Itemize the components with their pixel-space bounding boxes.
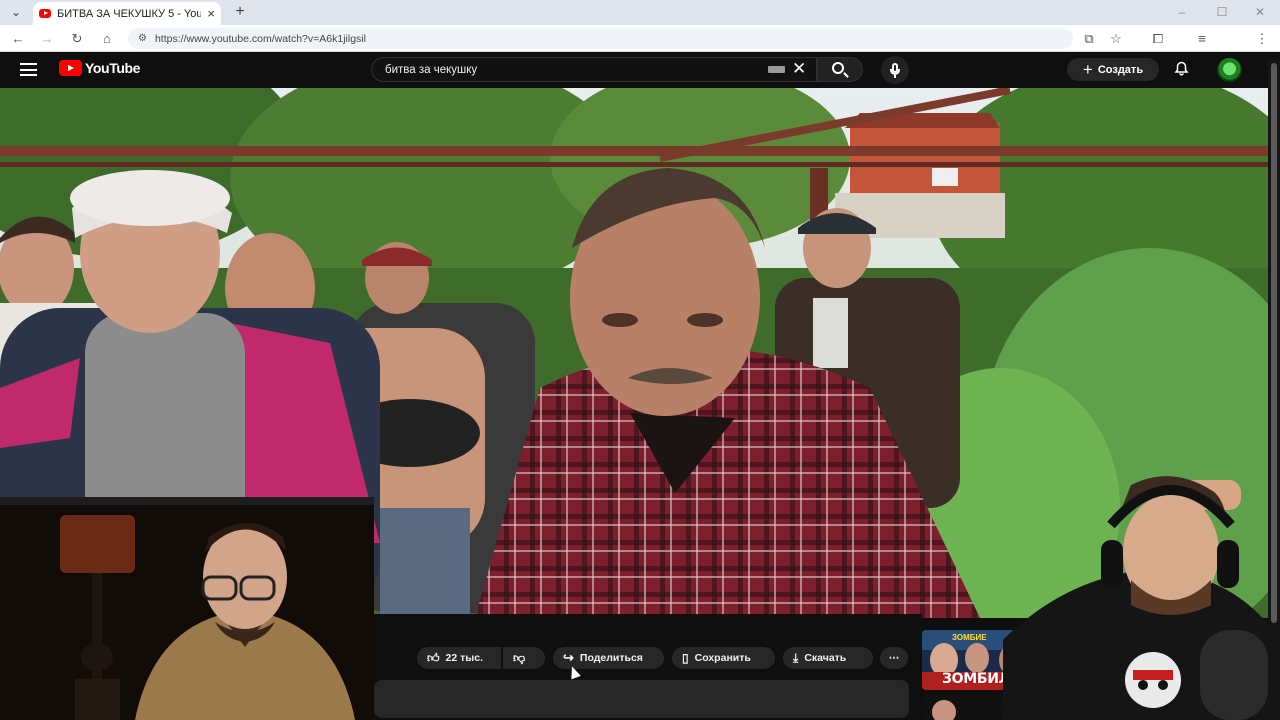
download-button[interactable]: ⤓ Скачать [783,647,873,669]
thumbnail-title-text: ЗОМБИЛ [942,671,1010,687]
dislike-button[interactable]: 👎︎ [503,647,545,669]
forward-icon[interactable]: → [36,25,58,52]
search-input[interactable]: битва за чекушку [371,57,817,82]
suggested-video-thumbnail-2[interactable] [922,696,1002,720]
url-text: https://www.youtube.com/watch?v=A6k1jilg… [154,32,366,45]
home-icon[interactable]: ⌂ [96,25,118,52]
new-tab-button[interactable]: + [229,0,251,24]
like-count: 22 тыс. [445,652,484,664]
bookmark-star-icon[interactable]: ☆ [1105,25,1127,52]
tab-title: БИТВА ЗА ЧЕКУШКУ 5 - YouTube [57,7,202,20]
notifications-bell-icon[interactable] [1174,61,1189,76]
minimize-icon[interactable]: – [1172,0,1192,24]
download-label: Скачать [804,652,847,664]
streamer-webcam-right [1003,470,1280,720]
browser-tab-active[interactable]: БИТВА ЗА ЧЕКУШКУ 5 - YouTube × [33,2,221,25]
share-button[interactable]: ↪ Поделиться [553,647,664,669]
extensions-icon[interactable]: ⧠ [1147,25,1169,52]
page-scrollbar[interactable] [1268,60,1280,720]
description-box[interactable] [374,680,909,718]
clear-search-icon[interactable]: ✕ [792,60,806,77]
more-actions-button[interactable]: ⋯ [880,647,908,669]
back-icon[interactable]: ← [7,25,29,52]
webcam-right-image [1003,476,1280,720]
save-label: Сохранить [694,652,751,664]
voice-search-button[interactable] [881,56,909,84]
save-button[interactable]: ▯ Сохранить [672,647,775,669]
browser-tab-bar: ⌄ БИТВА ЗА ЧЕКУШКУ 5 - YouTube × + – ☐ ✕ [0,0,1280,25]
search-button[interactable] [817,57,863,82]
maximize-icon[interactable]: ☐ [1212,0,1232,24]
create-button[interactable]: + Создать [1067,58,1159,81]
browser-menu-icon[interactable]: ⋮ [1251,25,1273,52]
install-app-icon[interactable]: ⧉ [1078,25,1100,52]
youtube-play-logo-icon [59,60,82,76]
tab-list-icon[interactable]: ⌄ [6,0,26,24]
youtube-favicon-icon [39,9,51,18]
reload-icon[interactable]: ↻ [66,25,88,52]
scrollbar-thumb[interactable] [1271,63,1277,623]
media-control-icon[interactable]: ≡ [1191,25,1213,52]
close-window-icon[interactable]: ✕ [1250,0,1270,24]
share-arrow-icon: ↪ [563,650,574,665]
like-button[interactable]: 👍︎ 22 тыс. [417,647,501,669]
guide-menu-icon[interactable] [20,63,37,76]
save-playlist-icon: ▯ [682,651,689,665]
search-icon [832,62,844,74]
address-bar[interactable]: ⚙ https://www.youtube.com/watch?v=A6k1ji… [128,28,1073,49]
plus-icon: + [1082,59,1093,79]
create-label: Создать [1097,63,1144,76]
thumbnail-image-2 [922,696,1002,720]
webcam-left-image [0,497,374,720]
youtube-logo[interactable]: YouTube [59,60,140,76]
keyboard-icon[interactable] [768,66,785,73]
download-icon: ⤓ [793,650,799,665]
share-label: Поделиться [579,652,643,664]
search-query: битва за чекушку [385,63,478,76]
streamer-webcam-left [0,497,374,720]
thumbnail-top-text: ЗОМБИЕ [952,633,987,642]
site-info-icon[interactable]: ⚙ [138,33,147,44]
thumbs-up-icon: 👍︎ [427,650,440,665]
thumbs-down-icon: 👎︎ [513,650,526,665]
logo-text: YouTube [85,60,141,76]
close-tab-icon[interactable]: × [207,6,215,21]
more-horizontal-icon: ⋯ [888,652,900,664]
account-avatar[interactable] [1217,58,1242,82]
